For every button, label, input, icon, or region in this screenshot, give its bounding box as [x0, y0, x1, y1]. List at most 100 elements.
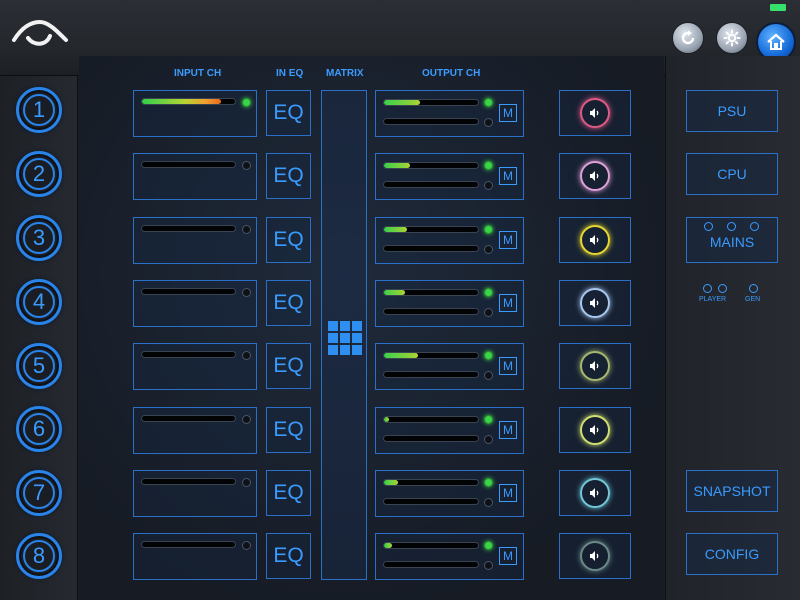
output-level-meter-2 — [383, 435, 479, 442]
input-eq-button[interactable]: EQ — [266, 343, 311, 389]
input-level-meter — [141, 541, 236, 548]
input-signal-led — [242, 288, 251, 297]
speaker-icon — [580, 478, 610, 508]
home-icon — [767, 33, 785, 50]
channel-button-6[interactable]: 6 — [16, 406, 62, 452]
input-ch-header: INPUT CH — [174, 68, 222, 79]
speaker-button[interactable] — [559, 90, 631, 136]
snapshot-button[interactable]: SNAPSHOT — [686, 470, 778, 512]
mains-indicator-1 — [704, 222, 713, 231]
output-signal-led — [484, 98, 493, 107]
mute-button[interactable]: M — [499, 231, 517, 249]
channel-button-2[interactable]: 2 — [16, 151, 62, 197]
speaker-icon — [580, 98, 610, 128]
input-eq-button[interactable]: EQ — [266, 90, 311, 136]
channel-button-7[interactable]: 7 — [16, 470, 62, 516]
config-button[interactable]: CONFIG — [686, 533, 778, 575]
matrix-button[interactable] — [321, 90, 367, 580]
output-clip-led — [484, 118, 493, 127]
refresh-icon — [681, 30, 695, 45]
output-level-meter — [383, 99, 479, 106]
input-eq-button[interactable]: EQ — [266, 470, 311, 516]
channel-button-4[interactable]: 4 — [16, 279, 62, 325]
mute-button[interactable]: M — [499, 547, 517, 565]
cpu-button[interactable]: CPU — [686, 153, 778, 195]
mixer-panel — [79, 56, 664, 600]
output-level-meter — [383, 352, 479, 359]
channel-number: 6 — [23, 413, 55, 445]
channel-number: 4 — [23, 286, 55, 318]
speaker-button[interactable] — [559, 280, 631, 326]
settings-button[interactable] — [716, 22, 748, 54]
input-signal-led — [242, 541, 251, 550]
output-signal-led — [484, 541, 493, 550]
player-label: PLAYER — [699, 296, 727, 303]
grid-icon — [328, 321, 362, 355]
channel-number: 1 — [23, 94, 55, 126]
output-level-meter — [383, 289, 479, 296]
channel-number: 8 — [23, 540, 55, 572]
output-clip-led — [484, 561, 493, 570]
output-ch-header: OUTPUT CH — [422, 68, 481, 79]
input-eq-button[interactable]: EQ — [266, 217, 311, 263]
output-signal-led — [484, 225, 493, 234]
speaker-button[interactable] — [559, 407, 631, 453]
input-level-meter — [141, 288, 236, 295]
matrix-header: MATRIX — [326, 68, 364, 79]
refresh-button[interactable] — [672, 22, 704, 54]
mute-button[interactable]: M — [499, 421, 517, 439]
output-level-meter — [383, 542, 479, 549]
output-level-meter-2 — [383, 245, 479, 252]
output-signal-led — [484, 288, 493, 297]
input-signal-led — [242, 98, 251, 107]
channel-button-8[interactable]: 8 — [16, 533, 62, 579]
input-eq-button[interactable]: EQ — [266, 533, 311, 579]
channel-button-5[interactable]: 5 — [16, 343, 62, 389]
input-eq-button[interactable]: EQ — [266, 153, 311, 199]
input-level-meter — [141, 225, 236, 232]
speaker-icon — [580, 351, 610, 381]
player-indicator-2 — [718, 284, 727, 293]
input-level-meter — [141, 98, 236, 105]
speaker-button[interactable] — [559, 470, 631, 516]
input-level-meter — [141, 351, 236, 358]
mute-button[interactable]: M — [499, 294, 517, 312]
channel-button-3[interactable]: 3 — [16, 215, 62, 261]
output-level-meter — [383, 416, 479, 423]
input-signal-led — [242, 351, 251, 360]
output-clip-led — [484, 181, 493, 190]
output-signal-led — [484, 478, 493, 487]
mains-indicator-2 — [727, 222, 736, 231]
speaker-icon — [580, 541, 610, 571]
output-signal-led — [484, 415, 493, 424]
mute-button[interactable]: M — [499, 104, 517, 122]
output-level-meter-2 — [383, 371, 479, 378]
output-clip-led — [484, 371, 493, 380]
mute-button[interactable]: M — [499, 167, 517, 185]
speaker-button[interactable] — [559, 153, 631, 199]
output-signal-led — [484, 351, 493, 360]
logo-icon — [12, 19, 68, 46]
psu-button[interactable]: PSU — [686, 90, 778, 132]
output-level-meter-2 — [383, 561, 479, 568]
speaker-button[interactable] — [559, 533, 631, 579]
input-eq-button[interactable]: EQ — [266, 280, 311, 326]
channel-button-1[interactable]: 1 — [16, 87, 62, 133]
mute-button[interactable]: M — [499, 484, 517, 502]
output-clip-led — [484, 498, 493, 507]
gen-label: GEN — [745, 296, 761, 303]
speaker-button[interactable] — [559, 217, 631, 263]
right-panel — [665, 56, 800, 600]
output-signal-led — [484, 161, 493, 170]
mute-button[interactable]: M — [499, 357, 517, 375]
channel-number: 2 — [23, 158, 55, 190]
input-level-meter — [141, 161, 236, 168]
input-level-meter — [141, 415, 236, 422]
input-level-meter — [141, 478, 236, 485]
input-eq-button[interactable]: EQ — [266, 407, 311, 453]
output-level-meter — [383, 162, 479, 169]
gear-icon — [723, 29, 741, 47]
output-clip-led — [484, 308, 493, 317]
speaker-button[interactable] — [559, 343, 631, 389]
input-signal-led — [242, 225, 251, 234]
